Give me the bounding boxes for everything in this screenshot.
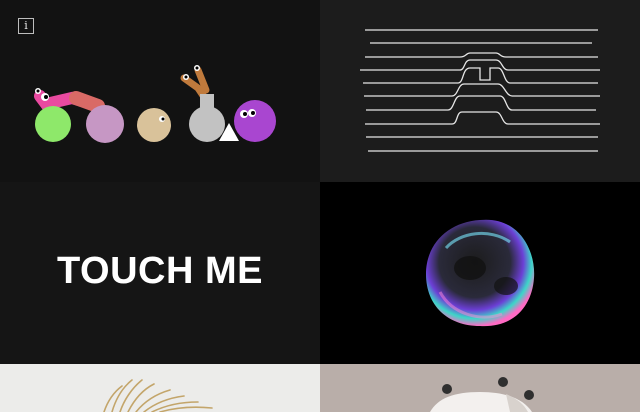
touch-me-tile[interactable]: TOUCH ME — [0, 182, 320, 364]
coral-arm — [69, 91, 105, 113]
pink-creature — [86, 105, 124, 143]
gray-creature — [189, 106, 225, 142]
rays-tile[interactable] — [0, 364, 320, 412]
lines-illustration — [360, 29, 600, 152]
gray-stand — [200, 94, 214, 108]
beige-creature — [137, 108, 171, 142]
wave-line — [366, 95, 596, 111]
creatures-illustration — [34, 65, 276, 143]
green-creature — [35, 106, 71, 142]
rays-illustration — [103, 379, 213, 412]
wave-line — [364, 83, 600, 97]
creatures-tile[interactable]: i — [0, 0, 320, 182]
lines-tile[interactable] — [320, 0, 640, 182]
dial-marker[interactable] — [524, 390, 534, 400]
wave-line — [365, 111, 600, 125]
ray — [159, 406, 213, 412]
dial-tile[interactable] — [320, 364, 640, 412]
bubble-illustration — [426, 219, 535, 327]
dial-illustration — [430, 392, 532, 412]
touch-me-title: TOUCH ME — [57, 250, 263, 292]
purple-creature — [234, 100, 276, 142]
dial-marker[interactable] — [442, 384, 452, 394]
dial-marker[interactable] — [498, 377, 508, 387]
bubble-tile[interactable] — [320, 182, 640, 364]
wave-line — [365, 52, 598, 58]
